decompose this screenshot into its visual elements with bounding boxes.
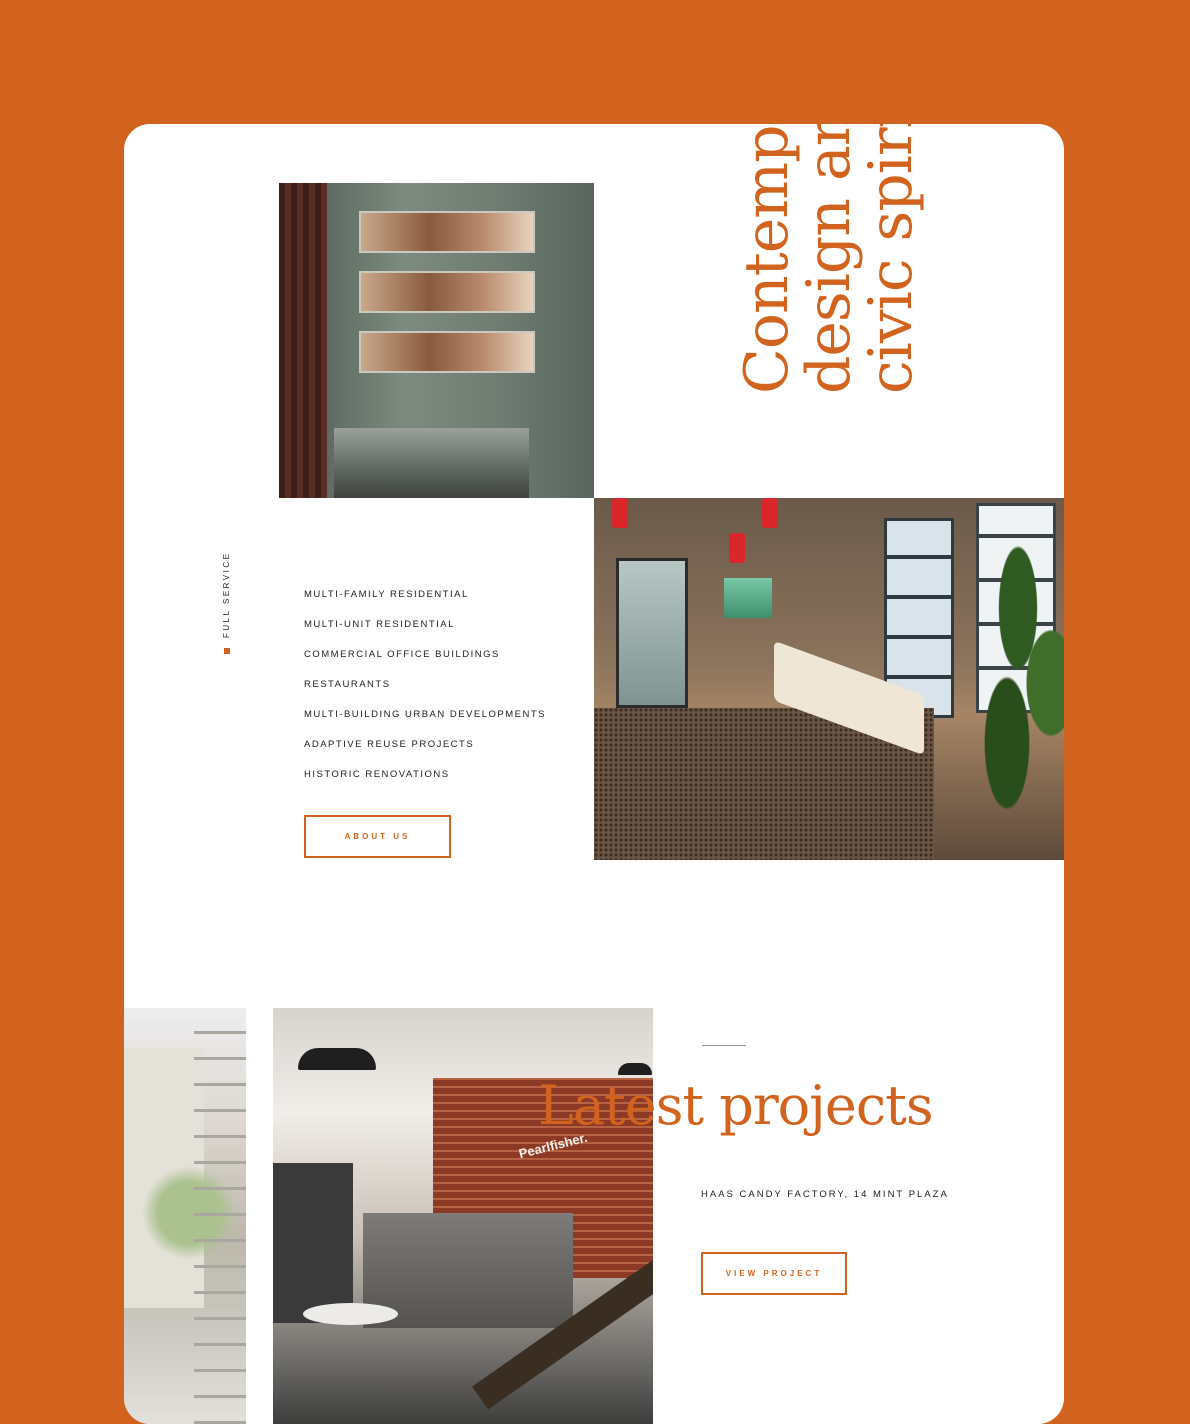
hero-headline: Contempo design and civic spirit [732,124,926,394]
service-item: MULTI-FAMILY RESIDENTIAL [304,589,469,600]
pendant-lamp-1 [612,498,628,528]
pendant-lamp-3 [762,498,778,528]
office-photo: Pearlfisher. [273,1008,653,1424]
shelf-window-1 [359,211,535,253]
shelf-window-2 [359,271,535,313]
service-item: MULTI-UNIT RESIDENTIAL [304,619,455,630]
living-room-photo [594,498,1064,860]
fig-plant [974,518,1064,818]
full-service-label: FULL SERVICE [222,552,231,654]
coffee-table [303,1303,398,1325]
glass-door [616,558,688,708]
service-item: MULTI-BUILDING URBAN DEVELOPMENTS [304,709,546,720]
about-us-button[interactable]: ABOUT US [304,815,451,858]
headline-line-3: civic spirit [856,124,926,394]
square-bullet-icon [223,648,230,654]
fire-escape [194,1008,246,1424]
shelf-window-3 [359,331,535,373]
pendant-lamp-icon [298,1048,376,1070]
bathroom-photo [279,183,594,498]
pendant-lamp-2 [729,533,745,563]
curtain-detail [279,183,327,498]
project-name: HAAS CANDY FACTORY, 14 MINT PLAZA [701,1189,949,1200]
service-item: COMMERCIAL OFFICE BUILDINGS [304,649,500,660]
wall-art [724,578,772,618]
service-item: RESTAURANTS [304,679,391,690]
locker [273,1163,353,1323]
view-project-button[interactable]: VIEW PROJECT [701,1252,847,1295]
section-divider [702,1045,746,1046]
page-card: Contempo design and civic spirit FULL SE… [124,124,1064,1424]
service-item: HISTORIC RENOVATIONS [304,769,450,780]
headline-line-2: design and [794,124,864,394]
steel-sink [334,428,529,498]
latest-projects-title: Latest projects [538,1074,934,1137]
street-photo [124,1008,246,1424]
services-list: MULTI-FAMILY RESIDENTIAL MULTI-UNIT RESI… [304,580,546,790]
service-item: ADAPTIVE REUSE PROJECTS [304,739,475,750]
headline-line-1: Contempo [732,124,802,394]
full-service-text: FULL SERVICE [222,551,231,638]
